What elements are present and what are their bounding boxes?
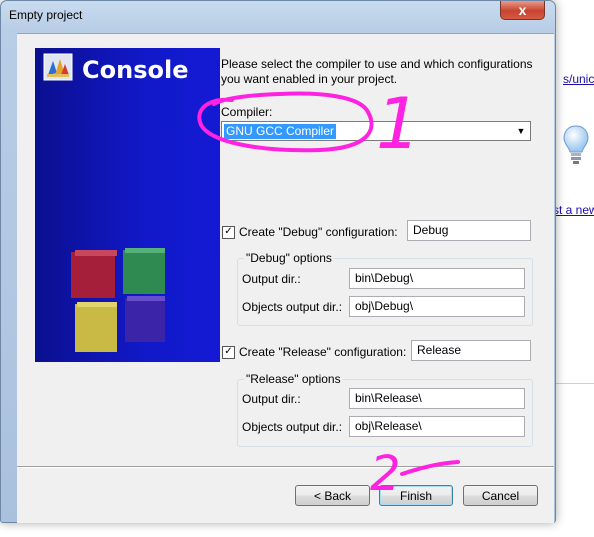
compiler-label: Compiler: [221,105,273,119]
debug-config-row: ✓ Create "Debug" configuration: [222,225,398,239]
debug-objects-dir-field[interactable]: obj\Debug\ [349,296,525,317]
close-button[interactable]: x [500,1,545,20]
background-link[interactable]: s/unico [563,72,594,86]
debug-objects-dir-label: Objects output dir.: [242,300,343,314]
cancel-button-label: Cancel [481,488,520,503]
compiler-dropdown[interactable]: GNU GCC Compiler ▼ [221,121,531,141]
release-objects-dir-label: Objects output dir.: [242,420,343,434]
window-title: Empty project [9,8,83,22]
compiler-selected-value: GNU GCC Compiler [224,123,337,139]
debug-name-field[interactable]: Debug [407,220,531,241]
debug-checkbox[interactable]: ✓ [222,225,235,239]
release-output-dir-label: Output dir.: [242,392,301,406]
release-config-row: ✓ Create "Release" configuration: [222,345,406,359]
background-link[interactable]: st a new [553,203,594,217]
dialog-client-area: Console Please select the compiler to us… [17,33,554,523]
debug-options-title: "Debug" options [244,251,334,265]
close-icon: x [518,2,527,18]
release-objects-dir-field[interactable]: obj\Release\ [349,416,525,437]
debug-output-dir-label: Output dir.: [242,272,301,286]
release-output-dir-field[interactable]: bin\Release\ [349,388,525,409]
release-checkbox-label[interactable]: Create "Release" configuration: [239,345,406,359]
screenshot-root: s/unico st a new Empty project x [0,0,594,537]
wizard-description: Please select the compiler to use and wh… [221,57,533,86]
finish-button-label: Finish [399,488,432,503]
release-options-title: "Release" options [244,372,343,386]
finish-button[interactable]: Finish [379,485,453,506]
back-button[interactable]: < Back [295,485,370,506]
footer-separator [17,466,554,468]
chevron-down-icon[interactable]: ▼ [514,124,528,138]
wizard-banner: Console [35,48,220,362]
back-button-label: < Back [313,488,352,503]
banner-title: Console [82,56,189,84]
lightbulb-icon [563,125,589,164]
release-name-field[interactable]: Release [411,340,531,361]
wizard-window: Empty project x Console Please select th… [0,0,556,523]
debug-output-dir-field[interactable]: bin\Debug\ [349,268,525,289]
debug-checkbox-label[interactable]: Create "Debug" configuration: [239,225,398,239]
release-checkbox[interactable]: ✓ [222,345,235,359]
cancel-button[interactable]: Cancel [463,485,538,506]
codeblocks-logo-icon [43,53,73,81]
cubes-graphic [71,248,165,352]
